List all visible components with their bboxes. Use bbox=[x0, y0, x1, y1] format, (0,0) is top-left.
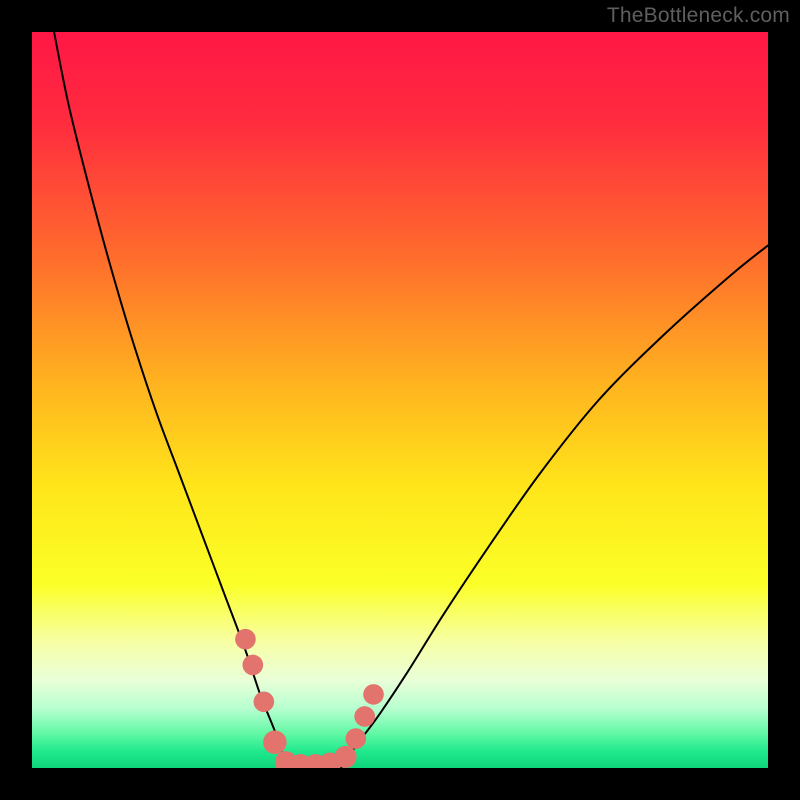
data-marker bbox=[254, 691, 275, 712]
plot-area bbox=[32, 32, 768, 768]
data-marker bbox=[354, 706, 375, 727]
outer-frame: TheBottleneck.com bbox=[0, 0, 800, 800]
curve-right-branch bbox=[341, 245, 768, 768]
bottleneck-curve bbox=[32, 32, 768, 768]
data-marker bbox=[363, 684, 384, 705]
data-marker bbox=[346, 728, 367, 749]
data-marker bbox=[334, 746, 356, 768]
data-marker bbox=[263, 730, 287, 754]
data-markers bbox=[235, 629, 384, 768]
data-marker bbox=[235, 629, 256, 650]
data-marker bbox=[242, 655, 263, 676]
watermark-text: TheBottleneck.com bbox=[607, 4, 790, 28]
